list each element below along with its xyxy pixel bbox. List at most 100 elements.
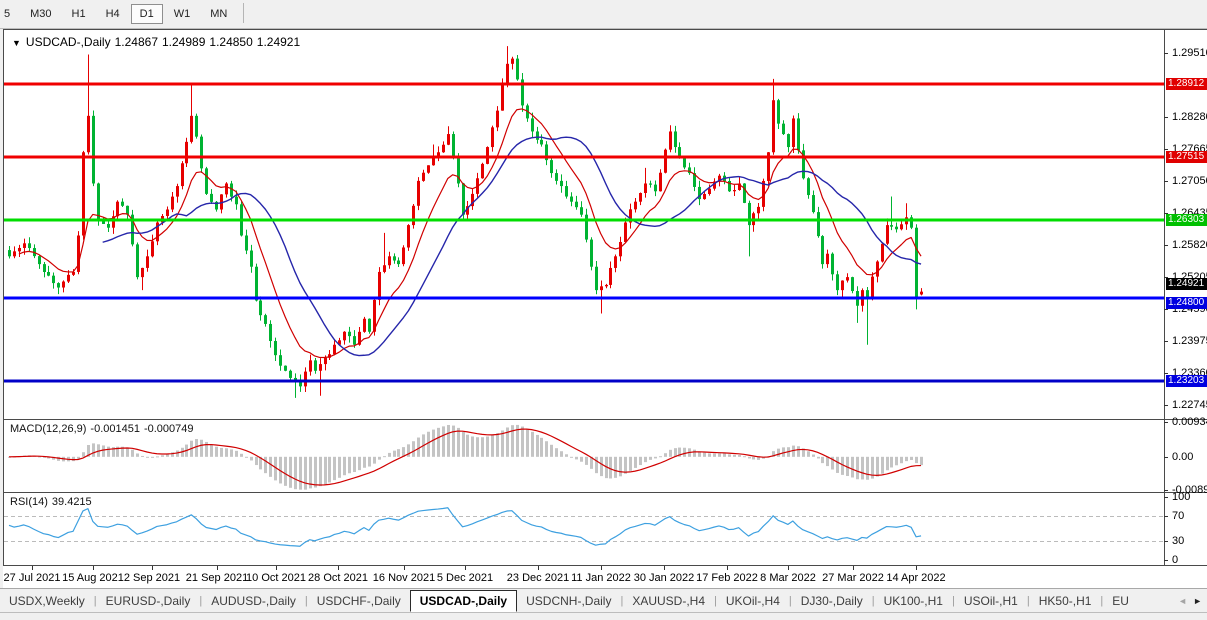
date-label: 14 Apr 2022 xyxy=(886,572,945,584)
rsi-tick-label: 100 xyxy=(1172,491,1190,503)
price-tick-mark xyxy=(1164,245,1168,246)
rsi-tick-label: 70 xyxy=(1172,510,1184,522)
timeframe-button-h4[interactable]: H4 xyxy=(97,4,129,24)
rsi-value: 39.4215 xyxy=(52,496,92,508)
date-tick-mark xyxy=(276,566,277,570)
tab-usdcad-daily[interactable]: USDCAD-,Daily xyxy=(410,590,517,612)
price-tick-mark xyxy=(1164,181,1168,182)
tab-eurusd-daily[interactable]: EURUSD-,Daily xyxy=(97,591,200,611)
date-tick-mark xyxy=(217,566,218,570)
date-label: 21 Sep 2021 xyxy=(186,572,248,584)
price-tick-mark xyxy=(1164,341,1168,342)
chart-symbol-label: USDCAD-,Daily xyxy=(26,35,111,49)
date-label: 27 Mar 2022 xyxy=(822,572,884,584)
main-chart-canvas[interactable] xyxy=(4,30,1164,419)
timeframe-button-h1[interactable]: H1 xyxy=(63,4,95,24)
rsi-tick-label: 0 xyxy=(1172,554,1178,566)
tab-usoil-h1[interactable]: USOil-,H1 xyxy=(955,591,1027,611)
date-label: 28 Oct 2021 xyxy=(308,572,368,584)
price-tick-mark xyxy=(1164,373,1168,374)
timeframe-toolbar: 5M30H1H4D1W1MN xyxy=(0,0,1207,29)
chart-window: ▼ USDCAD-,Daily 1.24867 1.24989 1.24850 1.249… xyxy=(3,29,1207,588)
macd-tick-mark xyxy=(1164,490,1168,491)
date-tick-mark xyxy=(152,566,153,570)
timeframe-button-d1[interactable]: D1 xyxy=(131,4,163,24)
date-tick-mark xyxy=(727,566,728,570)
tab-ukoil-h4[interactable]: UKOil-,H4 xyxy=(717,591,789,611)
chart-title: ▼ USDCAD-,Daily 1.24867 1.24989 1.24850 1.249… xyxy=(12,35,304,49)
price-axis[interactable]: 1.295101.282801.276651.270501.264351.258… xyxy=(1164,29,1207,588)
tab-xauusd-h4[interactable]: XAUUSD-,H4 xyxy=(623,591,714,611)
ohlc-high: 1.24989 xyxy=(162,35,205,49)
main-macd-separator[interactable] xyxy=(3,419,1207,420)
ohlc-close: 1.24921 xyxy=(257,35,300,49)
rsi-tick-label: 30 xyxy=(1172,535,1184,547)
rsi-indicator-label: RSI(14) 39.4215 xyxy=(10,496,96,508)
macd-name: MACD(12,26,9) xyxy=(10,423,86,435)
tab-audusd-daily[interactable]: AUDUSD-,Daily xyxy=(202,591,305,611)
timeframe-button-w1[interactable]: W1 xyxy=(165,4,200,24)
date-tick-mark xyxy=(465,566,466,570)
price-tick-mark xyxy=(1164,117,1168,118)
date-tick-mark xyxy=(601,566,602,570)
price-tick-mark xyxy=(1164,53,1168,54)
date-tick-mark xyxy=(788,566,789,570)
date-label: 27 Jul 2021 xyxy=(4,572,61,584)
timeframe-button-m30[interactable]: M30 xyxy=(21,4,60,24)
rsi-tick-mark xyxy=(1164,516,1168,517)
tab-hk50-h1[interactable]: HK50-,H1 xyxy=(1030,591,1101,611)
date-tick-mark xyxy=(404,566,405,570)
current-price-badge: 1.24921 xyxy=(1166,278,1207,290)
macd-rsi-separator[interactable] xyxy=(3,492,1207,493)
macd-value-signal: -0.000749 xyxy=(144,423,194,435)
date-label: 15 Aug 2021 xyxy=(62,572,124,584)
price-level-badge: 1.26303 xyxy=(1166,214,1207,226)
tab-usdx-weekly[interactable]: USDX,Weekly xyxy=(0,591,94,611)
date-label: 5 Dec 2021 xyxy=(437,572,493,584)
date-tick-mark xyxy=(664,566,665,570)
date-tick-mark xyxy=(853,566,854,570)
symbol-tabbar: USDX,Weekly|EURUSD-,Daily|AUDUSD-,Daily|… xyxy=(0,588,1207,613)
macd-tick-label: 0.009345 xyxy=(1172,416,1207,428)
tab-scroll-left-icon[interactable]: ◄ xyxy=(1178,596,1187,606)
price-tick-mark xyxy=(1164,309,1168,310)
date-label: 30 Jan 2022 xyxy=(634,572,695,584)
date-tick-mark xyxy=(916,566,917,570)
price-level-badge: 1.28912 xyxy=(1166,78,1207,90)
date-label: 2 Sep 2021 xyxy=(124,572,180,584)
timeframe-button-5[interactable]: 5 xyxy=(0,4,19,24)
price-tick-label: 1.29510 xyxy=(1172,47,1207,59)
price-level-badge: 1.23203 xyxy=(1166,375,1207,387)
tab-usdcnh-daily[interactable]: USDCNH-,Daily xyxy=(517,591,620,611)
price-tick-label: 1.22745 xyxy=(1172,399,1207,411)
date-tick-mark xyxy=(32,566,33,570)
tab-scroll-controls: ◄ ► xyxy=(1171,589,1205,613)
tab-eu[interactable]: EU xyxy=(1103,591,1138,611)
price-tick-label: 1.23975 xyxy=(1172,335,1207,347)
rsi-name: RSI(14) xyxy=(10,496,48,508)
date-tick-mark xyxy=(93,566,94,570)
tab-uk100-h1[interactable]: UK100-,H1 xyxy=(875,591,952,611)
chart-collapse-triangle-icon[interactable]: ▼ xyxy=(12,38,21,48)
rsi-panel-canvas[interactable] xyxy=(4,493,1164,565)
timeframe-button-mn[interactable]: MN xyxy=(201,4,236,24)
macd-tick-mark xyxy=(1164,422,1168,423)
price-tick-label: 1.27050 xyxy=(1172,175,1207,187)
ohlc-open: 1.24867 xyxy=(115,35,158,49)
date-label: 10 Oct 2021 xyxy=(246,572,306,584)
date-label: 16 Nov 2021 xyxy=(373,572,435,584)
toolbar-separator xyxy=(243,3,244,23)
tab-usdchf-daily[interactable]: USDCHF-,Daily xyxy=(308,591,410,611)
price-tick-mark xyxy=(1164,405,1168,406)
price-level-badge: 1.24800 xyxy=(1166,297,1207,309)
date-tick-mark xyxy=(538,566,539,570)
date-label: 8 Mar 2022 xyxy=(760,572,816,584)
macd-tick-mark xyxy=(1164,457,1168,458)
price-level-badge: 1.27515 xyxy=(1166,151,1207,163)
rsi-dateaxis-separator xyxy=(3,565,1207,566)
macd-tick-label: 0.00 xyxy=(1172,451,1193,463)
ohlc-low: 1.24850 xyxy=(209,35,252,49)
date-label: 17 Feb 2022 xyxy=(696,572,758,584)
tab-dj30-daily[interactable]: DJ30-,Daily xyxy=(792,591,872,611)
tab-scroll-right-icon[interactable]: ► xyxy=(1193,596,1202,606)
